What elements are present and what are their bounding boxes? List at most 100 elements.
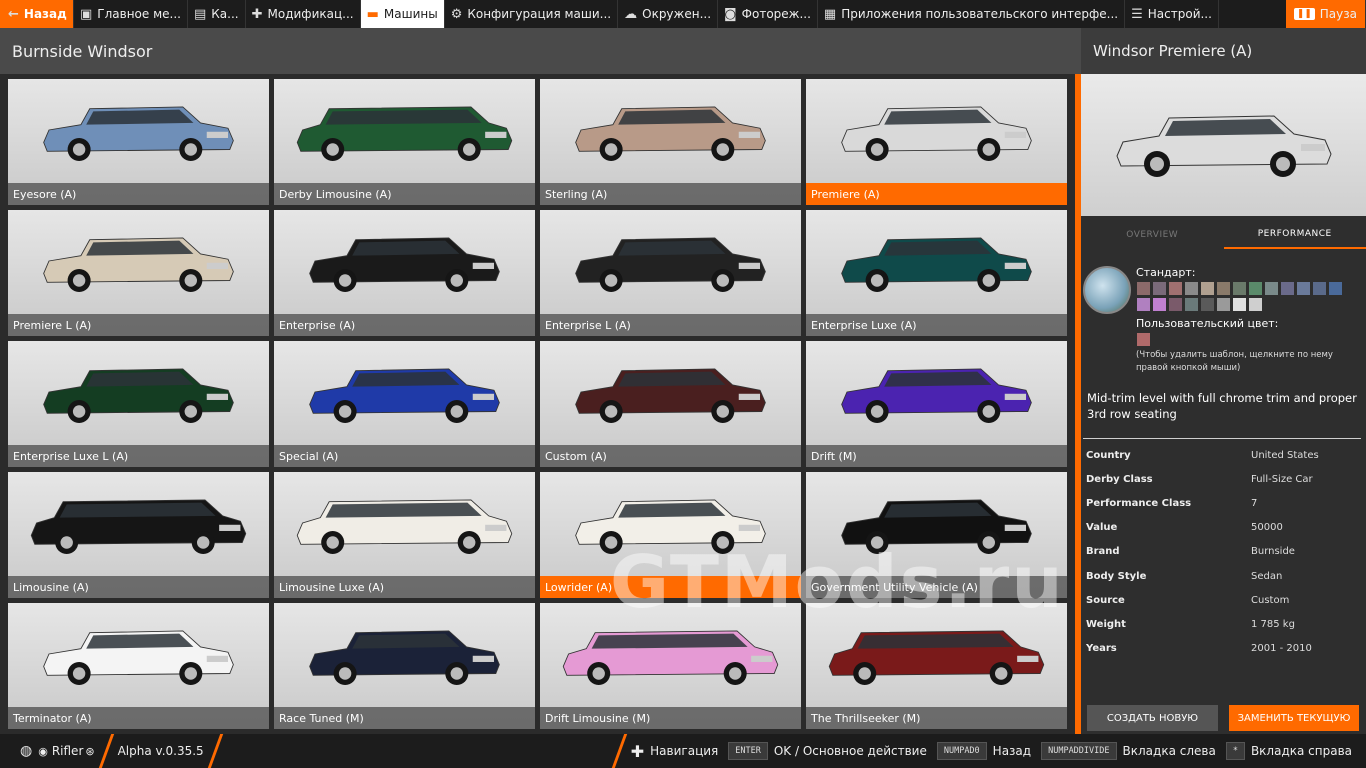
tab-8[interactable]: ☰ Настрой... (1125, 0, 1219, 28)
vehicle-card-label: Limousine (A) (8, 576, 269, 598)
tab-0[interactable]: ▣ Главное ме... (74, 0, 188, 28)
separator (98, 734, 114, 768)
paint-swatch[interactable] (1329, 282, 1342, 295)
hint-label: OK / Основное действие (773, 744, 927, 758)
tab-7[interactable]: ▦ Приложения пользовательского интерфе... (818, 0, 1126, 28)
vehicle-card[interactable]: Race Tuned (M) (274, 603, 535, 729)
paint-swatch[interactable] (1313, 282, 1326, 295)
paint-swatch[interactable] (1297, 282, 1310, 295)
car-thumbnail-icon (575, 368, 766, 424)
car-windows (86, 371, 194, 387)
car-windows (618, 240, 726, 256)
camera-icon: ◙ (724, 6, 737, 22)
paint-swatch[interactable] (1153, 298, 1166, 311)
spec-row: Performance Class 7 (1086, 491, 1361, 515)
custom-swatch[interactable] (1137, 333, 1150, 346)
paint-swatch[interactable] (1281, 282, 1294, 295)
custom-paint-label: Пользовательский цвет: (1136, 317, 1279, 330)
tab-overview[interactable]: OVERVIEW (1081, 221, 1224, 249)
vehicle-card[interactable]: Limousine (A) (8, 472, 269, 598)
steam-badge-icon: ⊛ (85, 744, 95, 758)
back-button[interactable]: ← Назад (0, 0, 74, 28)
vehicle-card[interactable]: Special (A) (274, 341, 535, 467)
car-thumbnail-icon (43, 630, 234, 686)
create-new-button[interactable]: СОЗДАТЬ НОВУЮ (1087, 705, 1218, 731)
back-label: Назад (23, 7, 67, 21)
tab-3[interactable]: ▬ Машины (360, 0, 445, 28)
globe-icon[interactable]: ◍ (20, 743, 32, 759)
paint-preview-thumbnail[interactable] (1083, 266, 1131, 314)
vehicle-card-label: Custom (A) (540, 445, 801, 467)
paint-swatch[interactable] (1185, 282, 1198, 295)
paint-swatch[interactable] (1153, 282, 1166, 295)
car-grille (1017, 655, 1039, 662)
vehicle-card[interactable]: Drift Limousine (M) (540, 603, 801, 729)
spec-table: Country United States Derby Class Full-Size… (1086, 443, 1361, 661)
car-grille (485, 524, 507, 531)
vehicle-card[interactable]: Sterling (A) (540, 79, 801, 205)
hubcap (72, 405, 86, 418)
paint-swatch[interactable] (1201, 298, 1214, 311)
vehicle-card[interactable]: Derby Limousine (A) (274, 79, 535, 205)
hint-label: Вкладка слева (1122, 744, 1216, 758)
vehicle-card[interactable]: Limousine Luxe (A) (274, 472, 535, 598)
vehicle-card[interactable]: Enterprise L (A) (540, 210, 801, 336)
weather-icon: ☁ (624, 6, 638, 22)
tab-4[interactable]: ⚙ Конфигурация маши... (445, 0, 619, 28)
paint-swatch[interactable] (1249, 282, 1262, 295)
car-icon: ▬ (366, 6, 379, 22)
vehicle-card[interactable]: Enterprise Luxe (A) (806, 210, 1067, 336)
vehicle-card[interactable]: The Thrillseeker (M) (806, 603, 1067, 729)
tab-5[interactable]: ☁ Окружен... (618, 0, 719, 28)
vehicle-card-label: Premiere (A) (806, 183, 1067, 205)
paint-swatch[interactable] (1233, 282, 1246, 295)
tab-label: Окружен... (642, 7, 712, 21)
replace-current-button[interactable]: ЗАМЕНИТЬ ТЕКУЩУЮ (1229, 705, 1359, 731)
vehicle-card[interactable]: Premiere (A) (806, 79, 1067, 205)
vehicle-card[interactable]: Terminator (A) (8, 603, 269, 729)
vehicle-card[interactable]: Government Utility Vehicle (A) (806, 472, 1067, 598)
hubcap (870, 274, 884, 287)
hubcap (184, 274, 197, 287)
tab-2[interactable]: ✚ Модификац... (246, 0, 361, 28)
paint-swatch[interactable] (1265, 282, 1278, 295)
paint-swatch[interactable] (1233, 298, 1246, 311)
vehicle-card-label: Enterprise (A) (274, 314, 535, 336)
spec-key: Derby Class (1086, 473, 1153, 485)
paint-swatch[interactable] (1169, 282, 1182, 295)
vehicle-card[interactable]: Custom (A) (540, 341, 801, 467)
vehicle-card[interactable]: Enterprise (A) (274, 210, 535, 336)
paint-swatch[interactable] (1249, 298, 1262, 311)
bottom-status-bar: ◍ ◉ Rifler ⊛ Alpha v.0.35.5 ✚ Навигация … (0, 734, 1366, 768)
hubcap (716, 143, 729, 156)
hubcap (326, 143, 339, 156)
car-grille (472, 655, 495, 662)
vehicle-card[interactable]: Enterprise Luxe L (A) (8, 341, 269, 467)
vehicle-card-label: Government Utility Vehicle (A) (806, 576, 1067, 598)
paint-swatch[interactable] (1217, 282, 1230, 295)
key-badge: * (1225, 742, 1245, 760)
paint-swatch[interactable] (1137, 282, 1150, 295)
paint-swatch[interactable] (1169, 298, 1182, 311)
vehicle-card[interactable]: Premiere L (A) (8, 210, 269, 336)
spec-row: Weight 1 785 kg (1086, 612, 1361, 636)
hubcap (338, 405, 352, 418)
vehicle-card[interactable]: Drift (M) (806, 341, 1067, 467)
paint-swatch[interactable] (1217, 298, 1230, 311)
vehicle-card[interactable]: Eyesore (A) (8, 79, 269, 205)
paint-swatch[interactable] (1137, 298, 1150, 311)
details-tabs: OVERVIEW PERFORMANCE (1081, 221, 1366, 249)
tab-6[interactable]: ◙ Фотореж... (718, 0, 818, 28)
car-windows (352, 371, 460, 387)
car-grille (472, 262, 495, 269)
tab-1[interactable]: ▤ Ка... (188, 0, 246, 28)
vehicle-card-label: The Thrillseeker (M) (806, 707, 1067, 729)
tab-performance[interactable]: PERFORMANCE (1223, 221, 1366, 249)
paint-swatch[interactable] (1201, 282, 1214, 295)
paint-swatch[interactable] (1185, 298, 1198, 311)
standard-swatches (1137, 282, 1357, 311)
vehicle-card[interactable]: Lowrider (A) (540, 472, 801, 598)
spec-key: Country (1086, 449, 1131, 461)
paint-hint: (Чтобы удалить шаблон, щелкните по нему … (1136, 350, 1333, 373)
pause-button[interactable]: ❚❚ Пауза (1285, 0, 1366, 28)
